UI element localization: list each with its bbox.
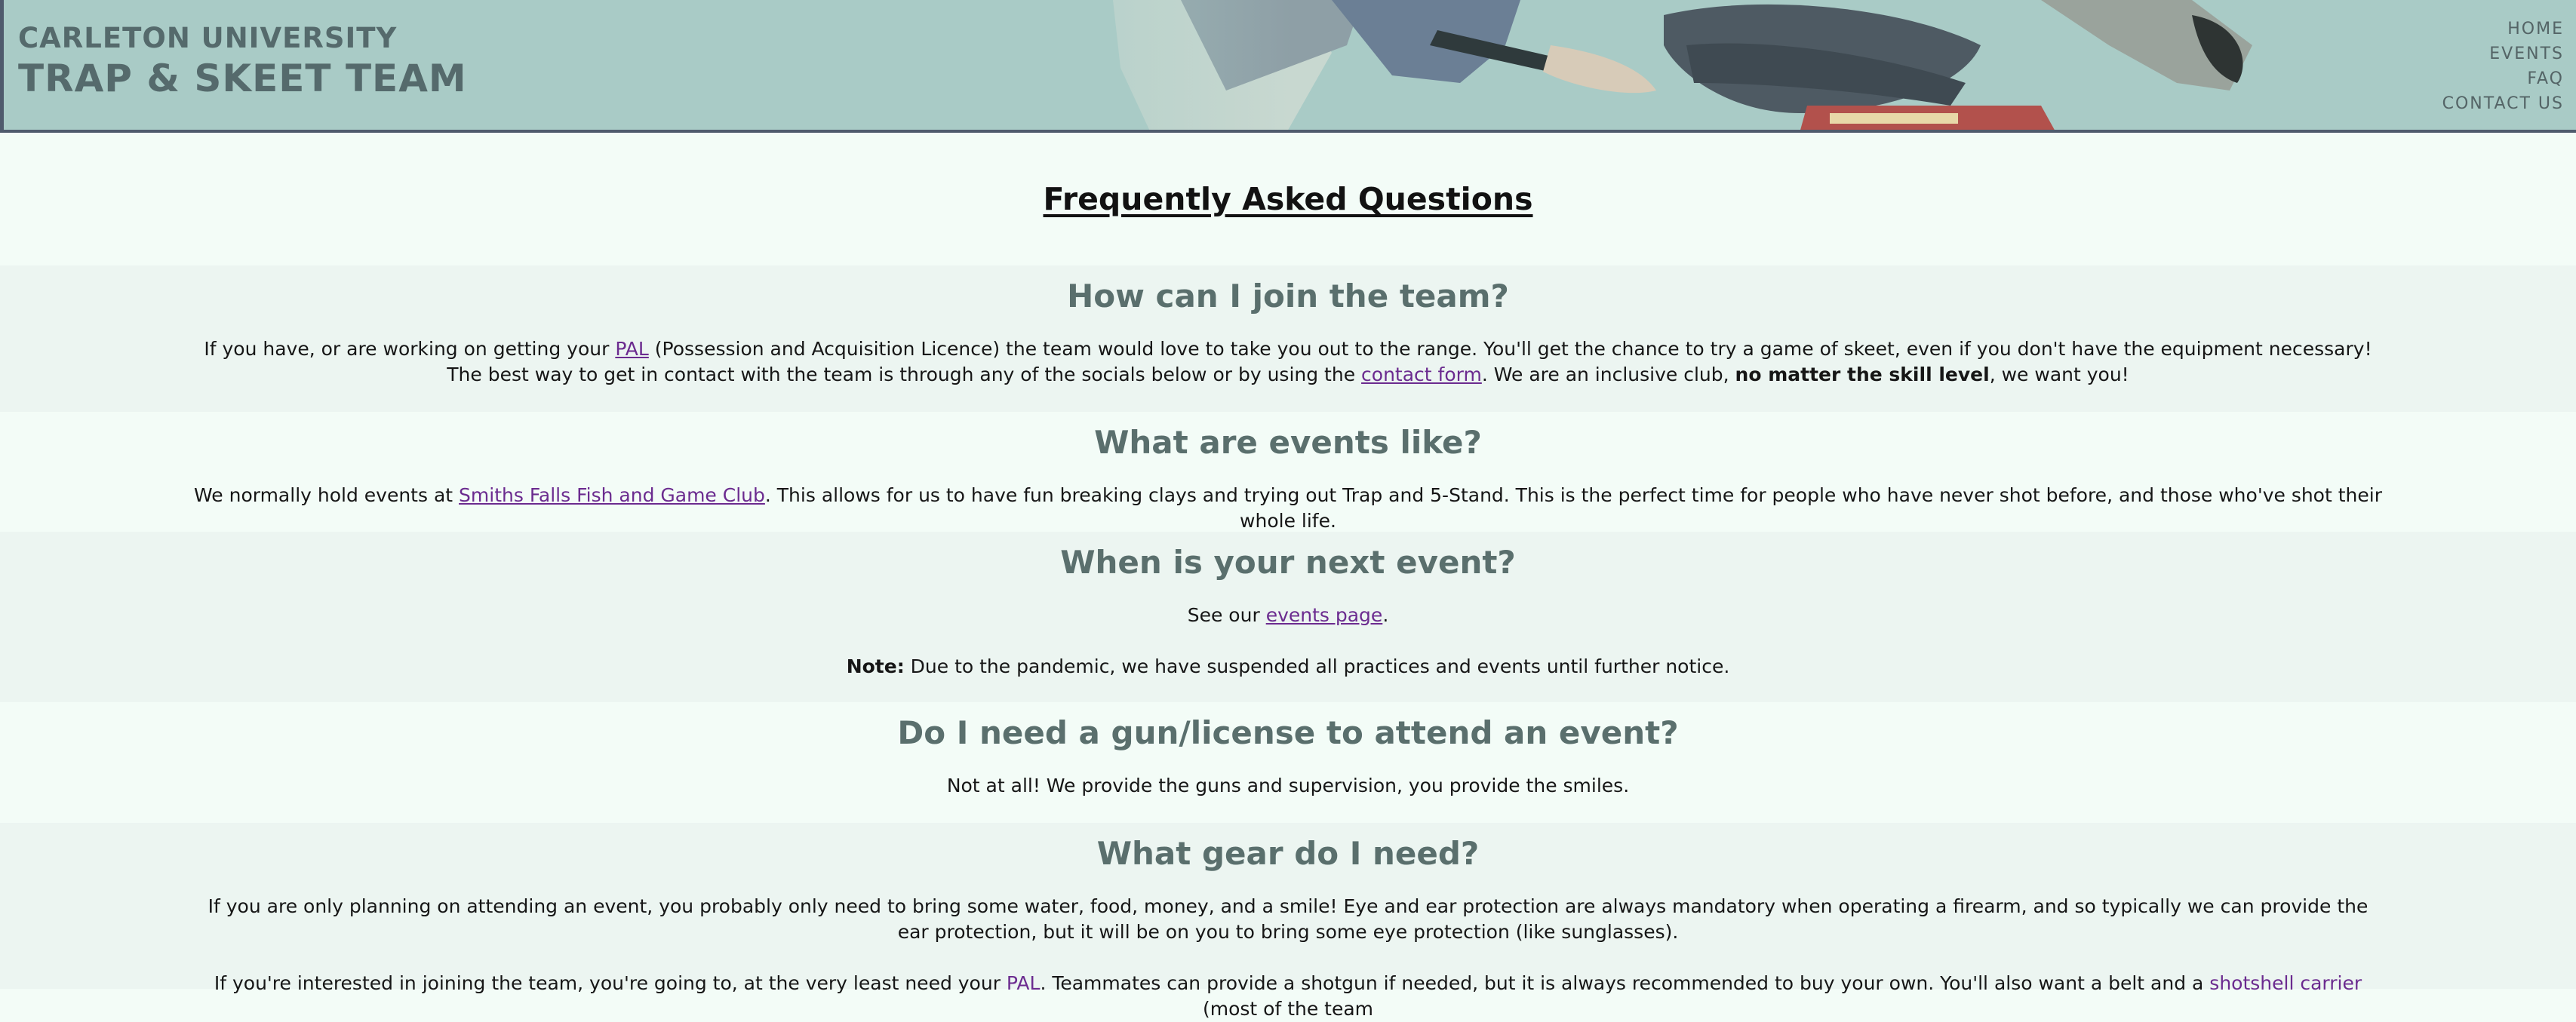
events-page-link[interactable]: events page — [1266, 604, 1383, 626]
faq-next-event: When is your next event? See our events … — [0, 532, 2576, 702]
faq-gun-license: Do I need a gun/license to attend an eve… — [0, 702, 2576, 823]
answer-text: If you have, or are working on getting y… — [204, 338, 616, 360]
brand-line-team: Trap & Skeet Team — [18, 57, 467, 100]
faq-answer: If you have, or are working on getting y… — [192, 336, 2384, 388]
nav-contact-link[interactable]: CONTACT US — [2442, 91, 2564, 116]
answer-text: (most of the team — [1202, 998, 1374, 1020]
answer-text: We normally hold events at — [194, 484, 460, 506]
faq-answer: If you're interested in joining the team… — [192, 971, 2384, 1022]
faq-question: When is your next event? — [1060, 544, 1516, 581]
site-header: Carleton University Trap & Skeet Team HO… — [0, 0, 2576, 133]
faq-answer: If you are only planning on attending an… — [207, 895, 2369, 943]
club-link[interactable]: Smiths Falls Fish and Game Club — [459, 484, 765, 506]
faq-events: What are events like? We normally hold e… — [0, 412, 2576, 532]
faq-question: How can I join the team? — [1067, 278, 1509, 315]
nav-events-link[interactable]: EVENTS — [2489, 41, 2564, 66]
brand-line-university: Carleton University — [18, 22, 398, 54]
faq-answer: See our events page. — [192, 603, 2384, 628]
site-brand[interactable]: Carleton University Trap & Skeet Team — [18, 24, 467, 97]
note-label: Note: — [846, 655, 905, 677]
faq-answer: We normally hold events at Smiths Falls … — [192, 483, 2384, 534]
page-title-section: Frequently Asked Questions — [0, 133, 2576, 265]
faq-question: Do I need a gun/license to attend an eve… — [897, 714, 1679, 751]
faq-question: What are events like? — [1094, 424, 1482, 461]
contact-form-link[interactable]: contact form — [1361, 364, 1482, 385]
pal-link[interactable]: PAL — [615, 338, 649, 360]
answer-text: . This allows for us to have fun breakin… — [764, 484, 2382, 532]
faq-question: What gear do I need? — [1096, 835, 1480, 872]
faq-answer: Not at all! We provide the guns and supe… — [946, 775, 1630, 796]
shotshell-carrier-link[interactable]: shotshell carrier — [2209, 972, 2362, 994]
page-title: Frequently Asked Questions — [1043, 181, 1533, 217]
answer-text: . Teammates can provide a shotgun if nee… — [1040, 972, 2210, 994]
answer-text: . — [1382, 604, 1389, 626]
faq-note: Note: Due to the pandemic, we have suspe… — [192, 654, 2384, 680]
faq-join: How can I join the team? If you have, or… — [0, 265, 2576, 412]
answer-text: If you're interested in joining the team… — [214, 972, 1007, 994]
answer-text: . We are an inclusive club, — [1481, 364, 1735, 385]
answer-text: , we want you! — [1989, 364, 2129, 385]
nav-faq-link[interactable]: FAQ — [2527, 66, 2564, 91]
answer-text: See our — [1187, 604, 1266, 626]
note-text: Due to the pandemic, we have suspended a… — [904, 655, 1730, 677]
main-nav: HOME EVENTS FAQ CONTACT US — [2442, 17, 2564, 116]
faq-gear: What gear do I need? If you are only pla… — [0, 823, 2576, 1020]
pal-link[interactable]: PAL — [1007, 972, 1041, 994]
nav-home-link[interactable]: HOME — [2507, 17, 2564, 41]
answer-emphasis: no matter the skill level — [1735, 364, 1990, 385]
